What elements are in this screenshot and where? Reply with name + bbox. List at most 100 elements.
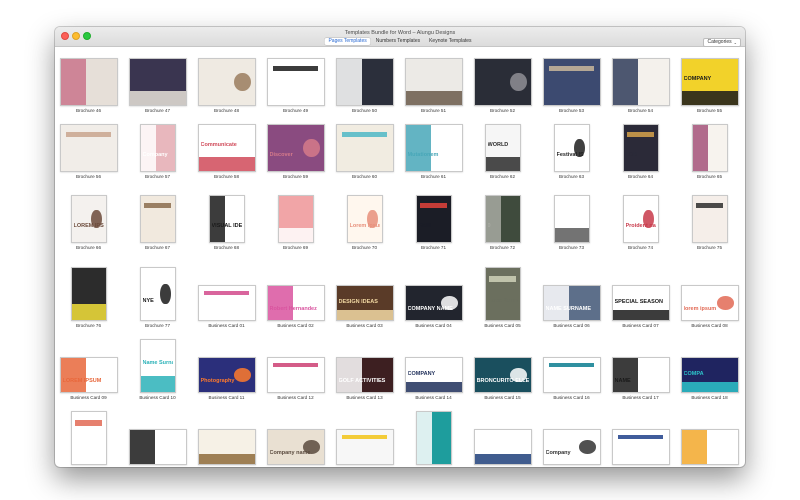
template-thumbnail[interactable]: LOR IPSU DO — [266, 58, 325, 106]
template-tile[interactable]: Brochure 76 — [56, 267, 121, 328]
template-thumbnail[interactable]: Mutationem — [404, 124, 463, 172]
template-thumbnail[interactable]: Lorem Ipsum — [346, 195, 383, 243]
template-tile[interactable]: Photography Business Card 11 — [194, 339, 259, 400]
template-thumbnail[interactable]: COMPANY — [404, 357, 463, 393]
template-tile[interactable]: BRONCURITO ELLE Business Card 15 — [470, 339, 535, 400]
template-thumbnail[interactable] — [335, 58, 394, 106]
template-tile[interactable]: 01 Brochure 75 — [677, 195, 742, 250]
template-tile[interactable]: LOREM IPSUM Business Card 12 — [263, 339, 328, 400]
template-tile[interactable]: VISUAL IDENTITY Brochure 68 — [194, 195, 259, 250]
template-tile[interactable]: Brochure 67 — [125, 195, 190, 250]
template-tile[interactable]: Company — [539, 411, 604, 467]
template-tile[interactable]: LOREM IPSUM Brochure 66 — [56, 195, 121, 250]
template-thumbnail[interactable] — [128, 429, 187, 465]
template-thumbnail[interactable]: COMPANY NAME — [404, 285, 463, 321]
template-thumbnail[interactable] — [277, 195, 314, 243]
template-tile[interactable]: LOR IPSU DO Brochure 49 — [263, 58, 328, 113]
template-tile[interactable]: 0 Brochure 72 — [470, 195, 535, 250]
template-tile[interactable]: NAME SURNAME Business Card 06 — [539, 267, 604, 328]
template-tile[interactable]: Brochure 51 — [401, 58, 466, 113]
template-thumbnail[interactable]: NAME SURNAME — [542, 285, 601, 321]
template-tile[interactable]: Brochure 53 — [539, 58, 604, 113]
template-thumbnail[interactable]: LOREM IPSUM — [59, 357, 118, 393]
template-thumbnail[interactable]: LORI — [622, 124, 659, 172]
template-thumbnail[interactable]: Company — [542, 429, 601, 465]
template-thumbnail[interactable] — [473, 429, 532, 465]
template-thumbnail[interactable] — [473, 58, 532, 106]
template-tile[interactable]: COMPA Business Card 18 — [677, 339, 742, 400]
template-thumbnail[interactable] — [680, 429, 739, 465]
template-tile[interactable]: lorem ipsum Business Card 08 — [677, 267, 742, 328]
template-thumbnail[interactable]: SPECIAL SEASON — [611, 285, 670, 321]
template-thumbnail[interactable]: name — [542, 357, 601, 393]
template-thumbnail[interactable]: BRONCURITO ELLE — [473, 357, 532, 393]
tab-pages-templates[interactable]: Pages Templates — [324, 38, 371, 45]
template-thumbnail[interactable]: DESIGN IDEAS — [335, 285, 394, 321]
template-thumbnail[interactable] — [415, 411, 452, 465]
template-tile[interactable]: COMPANY Brochure 55 — [677, 58, 742, 113]
template-thumbnail[interactable]: Festival IS — [553, 124, 590, 172]
template-thumbnail[interactable] — [59, 124, 118, 172]
template-thumbnail[interactable]: 01 — [691, 195, 728, 243]
template-tile[interactable]: COMPANY — [608, 411, 673, 467]
template-tile[interactable]: Proident nam Brochure 74 — [608, 195, 673, 250]
template-tile[interactable]: Mutationem Brochure 61 — [401, 124, 466, 179]
template-thumbnail[interactable]: NAME — [611, 357, 670, 393]
template-thumbnail[interactable]: NYE — [139, 267, 176, 321]
template-tile[interactable]: NYE Brochure 77 — [125, 267, 190, 328]
template-tile[interactable]: Brochure 65 — [677, 124, 742, 179]
template-tile[interactable]: GOLF ACTIVITIES Business Card 13 — [332, 339, 397, 400]
template-thumbnail[interactable]: COMPA — [680, 357, 739, 393]
template-thumbnail[interactable]: WORLD — [484, 124, 521, 172]
template-thumbnail[interactable]: Robert Hernandez — [266, 285, 325, 321]
template-tile[interactable]: Robert Hernandez Business Card 02 — [263, 267, 328, 328]
template-thumbnail[interactable] — [335, 124, 394, 172]
template-thumbnail[interactable] — [691, 124, 728, 172]
template-thumbnail[interactable]: Co — [70, 411, 107, 465]
template-thumbnail[interactable]: FAIR — [415, 195, 452, 243]
template-thumbnail[interactable]: Name Surname — [139, 339, 176, 393]
template-tile[interactable]: Brochure 46 — [56, 58, 121, 113]
template-thumbnail[interactable] — [70, 267, 107, 321]
template-tile[interactable]: Brochure 48 — [194, 58, 259, 113]
template-tile[interactable]: LORI Brochure 64 — [608, 124, 673, 179]
template-tile[interactable]: Brochure 52 — [470, 58, 535, 113]
template-thumbnail[interactable]: Name Surname — [484, 267, 521, 321]
template-tile[interactable]: Brochure 56 — [56, 124, 121, 179]
template-tile[interactable]: Name Surname Business Card 05 — [470, 267, 535, 328]
template-tile[interactable]: Company Brochure 57 — [125, 124, 190, 179]
template-thumbnail[interactable]: GOLF ACTIVITIES — [335, 357, 394, 393]
template-thumbnail[interactable]: lorem ipsum — [680, 285, 739, 321]
template-thumbnail[interactable]: COMPANY — [680, 58, 739, 106]
template-tile[interactable]: COMPANY Business Card 14 — [401, 339, 466, 400]
template-thumbnail[interactable] — [553, 195, 590, 243]
template-thumbnail[interactable]: COMPANY — [611, 429, 670, 465]
template-tile[interactable]: company — [332, 411, 397, 467]
template-tile[interactable] — [401, 411, 466, 467]
template-tile[interactable]: FAIR Brochure 71 — [401, 195, 466, 250]
template-tile[interactable]: SPECIAL SEASON Business Card 07 — [608, 267, 673, 328]
template-thumbnail[interactable] — [139, 195, 176, 243]
template-thumbnail[interactable]: Communicate — [197, 124, 256, 172]
template-thumbnail[interactable]: Discover — [266, 124, 325, 172]
template-tile[interactable]: Co — [56, 411, 121, 467]
template-tile[interactable]: Brochure 60 — [332, 124, 397, 179]
template-thumbnail[interactable]: Company name — [266, 429, 325, 465]
template-thumbnail[interactable] — [59, 58, 118, 106]
template-thumbnail[interactable] — [542, 58, 601, 106]
template-thumbnail[interactable]: Proident nam — [622, 195, 659, 243]
template-thumbnail[interactable] — [197, 58, 256, 106]
template-thumbnail[interactable]: LOREM IPSUM — [70, 195, 107, 243]
template-tile[interactable]: Name Surname Business Card 10 — [125, 339, 190, 400]
template-thumbnail[interactable]: company — [335, 429, 394, 465]
template-thumbnail[interactable]: VISUAL IDENTITY — [208, 195, 245, 243]
template-tile[interactable] — [470, 411, 535, 467]
template-tile[interactable]: WORLD Brochure 62 — [470, 124, 535, 179]
template-thumbnail[interactable]: Company — [139, 124, 176, 172]
template-thumbnail[interactable] — [611, 58, 670, 106]
tab-keynote-templates[interactable]: Keynote Templates — [425, 38, 475, 45]
template-thumbnail[interactable] — [128, 58, 187, 106]
template-tile[interactable]: LOREM IPSUM Business Card 09 — [56, 339, 121, 400]
template-tile[interactable]: Brochure 50 — [332, 58, 397, 113]
template-tile[interactable]: Brochure 54 — [608, 58, 673, 113]
